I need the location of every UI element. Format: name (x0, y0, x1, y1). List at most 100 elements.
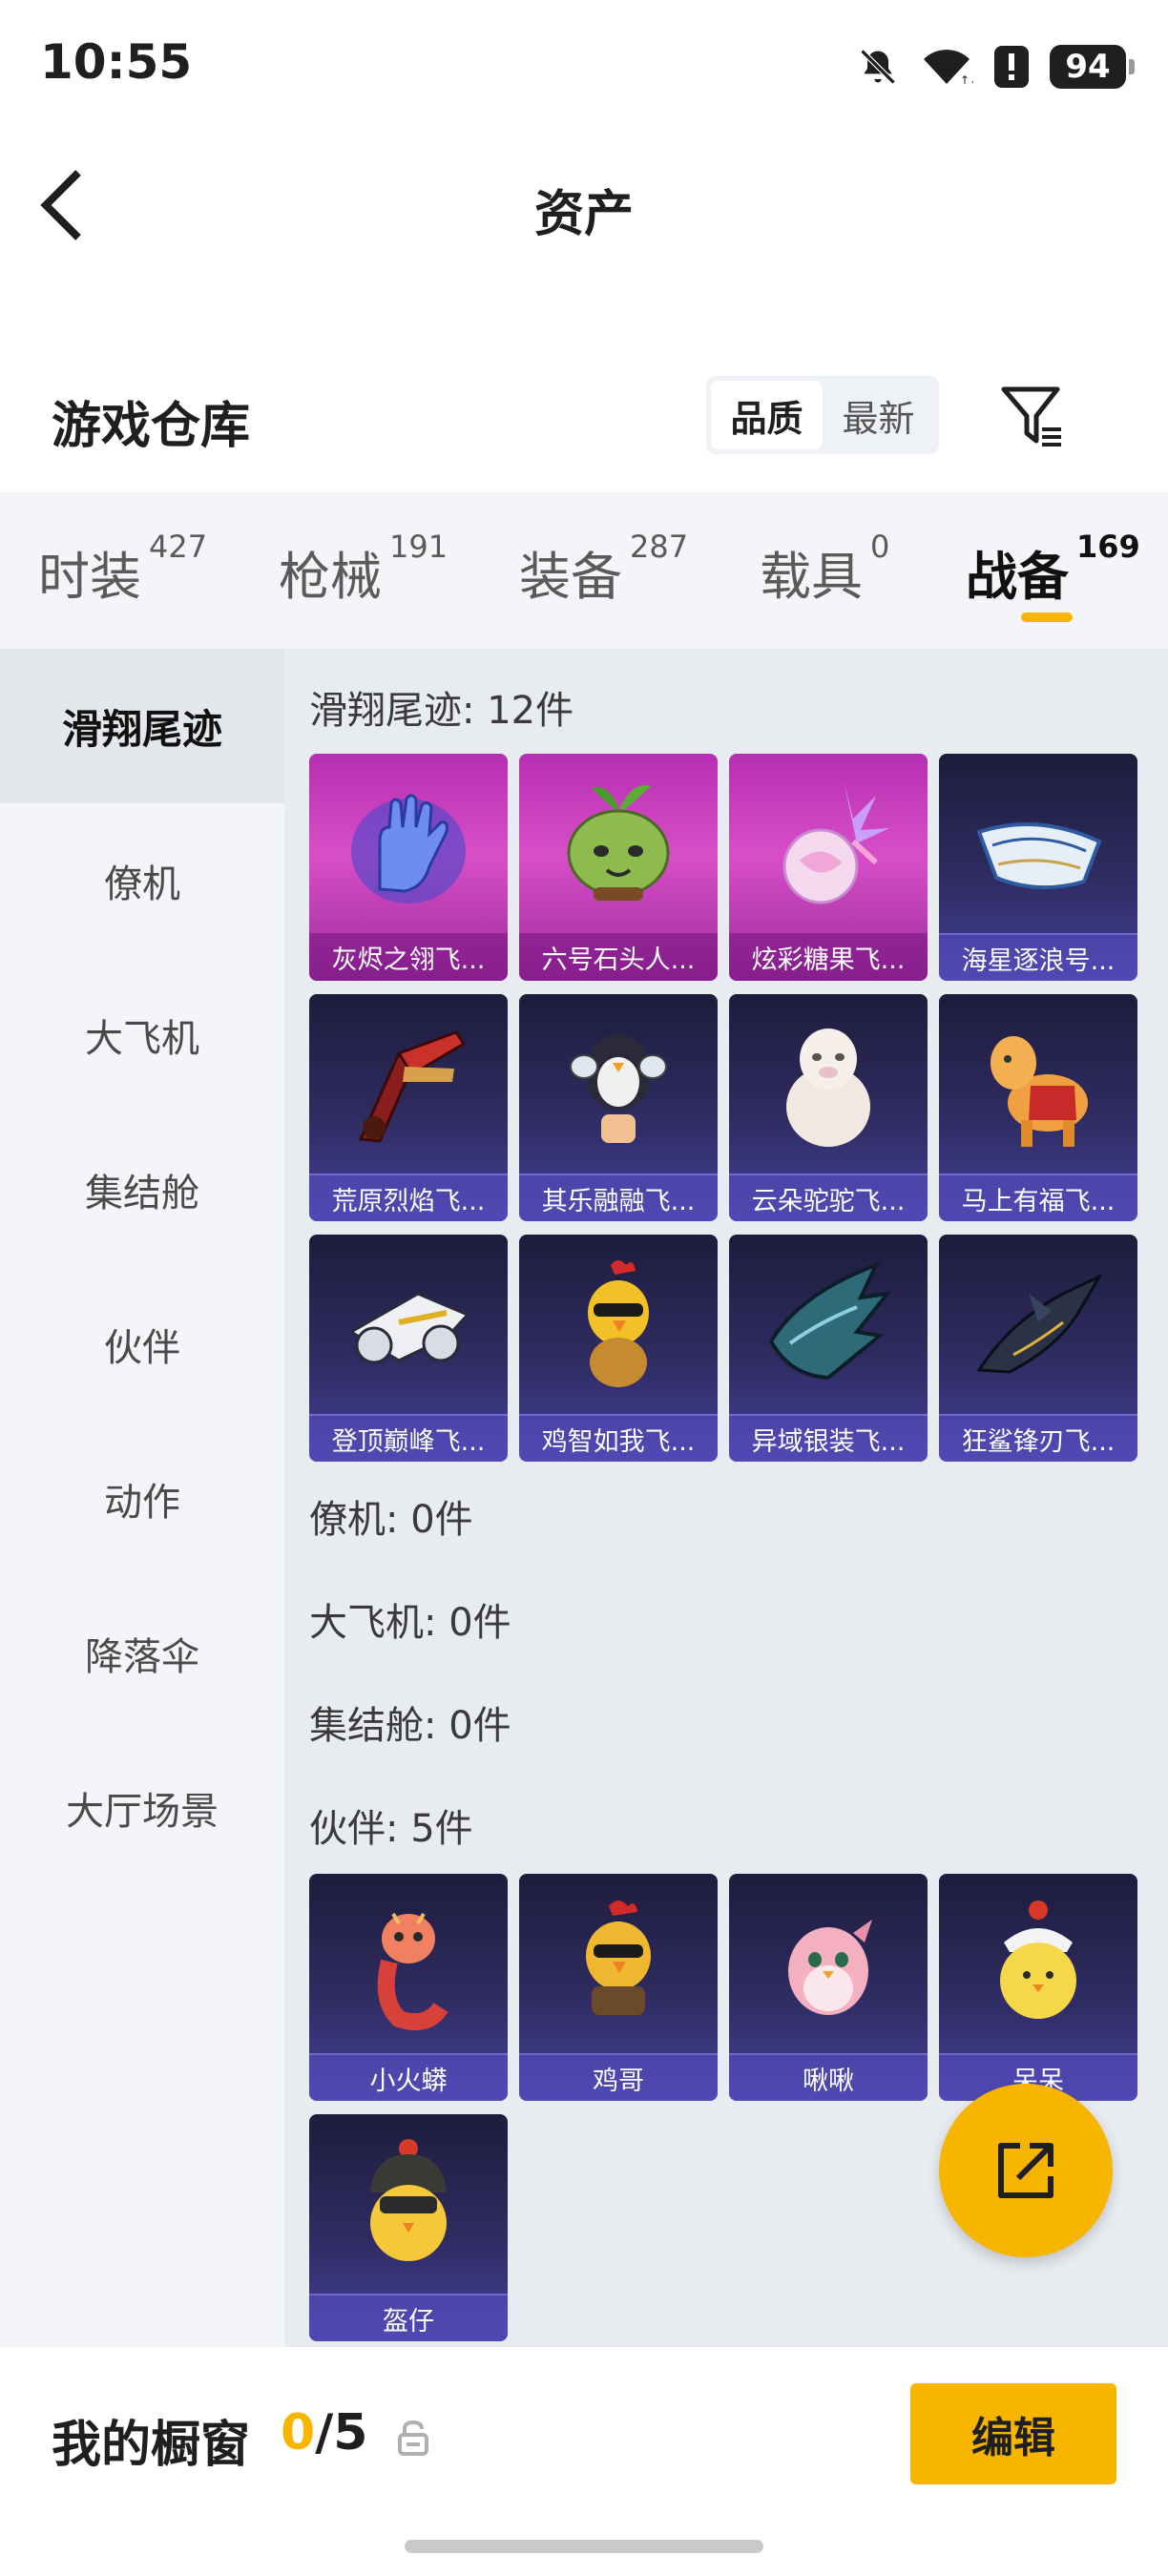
item-name: 啾啾 (729, 2053, 928, 2101)
item-card[interactable]: 鸡智如我飞... (519, 1235, 718, 1462)
item-card[interactable]: 灰烬之翎飞... (309, 754, 508, 981)
wing-icon (768, 1261, 892, 1381)
share-button[interactable] (939, 2084, 1113, 2257)
chicken-icon (588, 1260, 649, 1387)
tab-vehicles[interactable]: 载具 0 (760, 529, 889, 610)
bell-off-icon (860, 49, 896, 85)
sprout-creature-icon (567, 784, 670, 901)
category-tabs: 时装 427 枪械 191 装备 287 载具 0 战备 169 (0, 492, 1168, 649)
item-name: 炫彩糖果飞... (729, 933, 928, 981)
showcase-bar: 我的橱窗 0/5 编辑 (0, 2347, 1168, 2576)
showcase-title: 我的橱窗 (52, 2417, 251, 2474)
horse-icon (991, 1036, 1088, 1147)
tab-count: 0 (870, 529, 890, 565)
alert-icon (994, 46, 1029, 88)
item-name: 云朵驼驼飞... (729, 1174, 928, 1221)
item-name: 其乐融融飞... (519, 1174, 718, 1221)
warehouse-title: 游戏仓库 (52, 398, 251, 455)
sidebar-item-big-plane[interactable]: 大飞机 (0, 958, 284, 1112)
sidebar-item-glide-trail[interactable]: 滑翔尾迹 (0, 649, 284, 803)
item-name: 马上有福飞... (939, 1174, 1137, 1221)
helmet-chick-icon (370, 2139, 447, 2261)
item-name: 鸡智如我飞... (519, 1414, 718, 1462)
item-card[interactable]: 盔仔 (309, 2114, 508, 2341)
boat-icon (976, 822, 1102, 890)
section-title-wingman: 僚机: 0件 (309, 1498, 473, 1542)
sidebar-item-assembly-pod[interactable]: 集结舱 (0, 1112, 284, 1267)
item-card[interactable]: 其乐融融飞... (519, 994, 718, 1221)
item-name: 六号石头人... (519, 933, 718, 981)
flame-glider-icon (358, 1030, 467, 1143)
section-title-partner: 伙伴: 5件 (309, 1807, 473, 1851)
edit-button[interactable]: 编辑 (910, 2383, 1116, 2484)
item-name: 盔仔 (309, 2294, 508, 2341)
tab-label: 战备 (966, 547, 1069, 607)
battery-indicator: 94 (1050, 45, 1135, 89)
status-bar: 10:55 ↑↓ 94 (0, 0, 1168, 134)
shark-icon (976, 1273, 1103, 1374)
tab-count: 191 (389, 529, 448, 565)
item-card[interactable]: 小火蟒 (309, 1874, 508, 2101)
rooster-icon (586, 1901, 651, 2015)
status-time: 10:55 (40, 34, 193, 90)
item-card[interactable]: 炫彩糖果飞... (729, 754, 928, 981)
item-card[interactable]: 登顶巅峰飞... (309, 1235, 508, 1462)
item-card[interactable]: 荒原烈焰飞... (309, 994, 508, 1221)
sidebar-item-emote[interactable]: 动作 (0, 1422, 284, 1576)
tab-label: 载具 (760, 547, 863, 607)
alpaca-icon (786, 1028, 870, 1147)
tab-count: 287 (630, 529, 689, 565)
active-tab-indicator (1021, 613, 1073, 622)
item-card[interactable]: 六号石头人... (519, 754, 718, 981)
tab-battle-gear[interactable]: 战备 169 (966, 529, 1140, 610)
item-card[interactable]: 云朵驼驼飞... (729, 994, 928, 1221)
penguin-icon (570, 1034, 667, 1143)
tab-firearms[interactable]: 枪械 191 (279, 529, 448, 610)
item-card[interactable]: 异域银装飞... (729, 1235, 928, 1462)
section-title-big-plane: 大飞机: 0件 (309, 1601, 511, 1645)
showcase-separator: / (315, 2404, 334, 2462)
sort-quality-option[interactable]: 品质 (711, 381, 823, 449)
yellow-chick-icon (1000, 1901, 1076, 2019)
filter-icon (1001, 386, 1061, 447)
filter-button[interactable] (998, 382, 1067, 450)
showcase-count: 0/5 (281, 2404, 367, 2462)
svg-text:↑↓: ↑↓ (960, 73, 973, 87)
item-card[interactable]: 啾啾 (729, 1874, 928, 2101)
item-card[interactable]: 海星逐浪号... (939, 754, 1137, 981)
sidebar-item-parachute[interactable]: 降落伞 (0, 1576, 284, 1731)
item-card[interactable]: 狂鲨锋刃飞... (939, 1235, 1137, 1462)
item-card[interactable]: 呆呆 (939, 1874, 1137, 2101)
sidebar: 滑翔尾迹 僚机 大飞机 集结舱 伙伴 动作 降落伞 大厅场景 (0, 649, 284, 2347)
sort-newest-option[interactable]: 最新 (823, 381, 934, 449)
sidebar-item-partner[interactable]: 伙伴 (0, 1267, 284, 1422)
section-title-assembly-pod: 集结舱: 0件 (309, 1704, 511, 1748)
glove-icon (351, 794, 466, 904)
showcase-current: 0 (281, 2404, 316, 2462)
item-name: 小火蟒 (309, 2053, 508, 2101)
tab-equipment[interactable]: 装备 287 (519, 529, 688, 610)
battery-level: 94 (1065, 48, 1111, 86)
tab-label: 时装 (38, 547, 141, 607)
tab-label: 装备 (519, 547, 622, 607)
item-card[interactable]: 马上有福飞... (939, 994, 1137, 1221)
item-card[interactable]: 鸡哥 (519, 1874, 718, 2101)
item-name: 异域银装飞... (729, 1414, 928, 1462)
sidebar-item-lobby-scene[interactable]: 大厅场景 (0, 1731, 284, 1885)
tab-count: 169 (1076, 529, 1140, 565)
status-icons: ↑↓ 94 (857, 42, 1135, 92)
page-title: 资产 (533, 186, 634, 243)
tab-fashion[interactable]: 时装 427 (38, 529, 207, 610)
lock-icon (398, 2420, 428, 2456)
sidebar-item-wingman[interactable]: 僚机 (0, 803, 284, 958)
section-title-glide-trail: 滑翔尾迹: 12件 (309, 689, 574, 733)
item-name: 灰烬之翎飞... (309, 933, 508, 981)
item-name: 荒原烈焰飞... (309, 1174, 508, 1221)
sort-toggle: 品质 最新 (706, 376, 939, 454)
tab-label: 枪械 (279, 547, 382, 607)
home-indicator[interactable] (405, 2540, 763, 2553)
header: 资产 (0, 134, 1168, 277)
tab-count: 427 (149, 529, 208, 565)
item-name: 狂鲨锋刃飞... (939, 1414, 1137, 1462)
warehouse-header: 游戏仓库 品质 最新 (0, 363, 1168, 477)
